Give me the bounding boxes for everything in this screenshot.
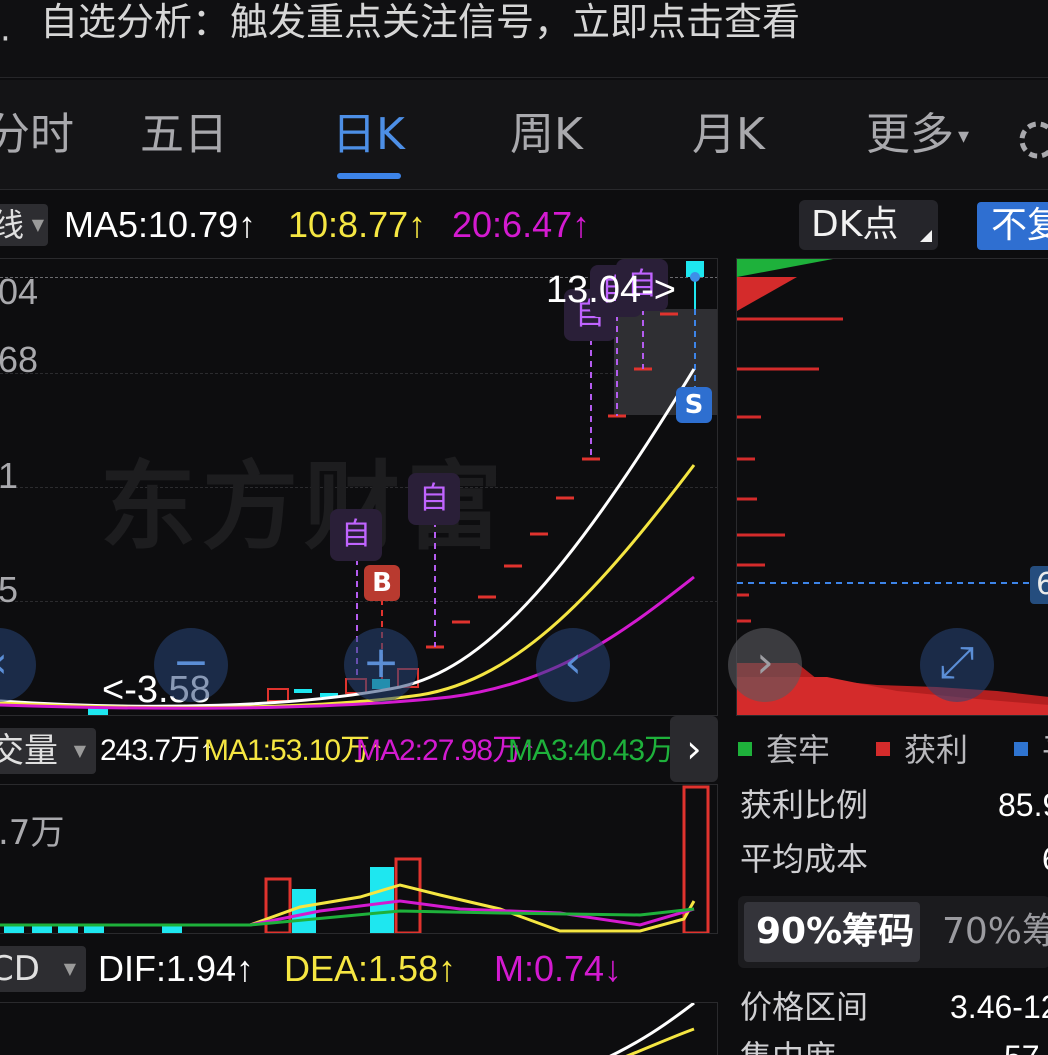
ma5-value: MA5:10.79↑ [64,204,257,245]
avg-cost-row: 平均成本 6 [740,836,1048,882]
banner-text[interactable]: 自选分析：触发重点关注信号，立即点击查看 [40,0,800,44]
candle-up [267,688,289,702]
chip-range-tabs: 90%筹码 70%筹 [738,896,1048,968]
tab-daily-k[interactable]: 日K [332,110,405,170]
adjustment-button[interactable]: 不复 [977,202,1048,250]
dk-point-button[interactable]: DK点 [799,200,938,250]
tab-more[interactable]: 更多 ▾ [866,110,969,170]
legend-swatch [876,742,890,756]
price-range-row: 价格区间 3.46-12 [740,984,1048,1030]
concentration-label: 集中度 [740,1038,836,1055]
macd-m: M:0.74↓ [494,948,623,989]
legend-item-profit: 获利 [876,728,968,772]
volume-svg [0,785,710,933]
tab-five-day[interactable]: 五日 [140,110,228,170]
avg-cost-label: 平均成本 [740,840,869,878]
tab-weekly-k[interactable]: 周K [510,110,583,170]
pan-left-icon[interactable]: ‹ [536,628,610,702]
max-price-label: 13.04-> [546,269,676,311]
legend-item-trapped: 套牢 [738,728,830,772]
tab-chip-70[interactable]: 70%筹 [942,896,1048,968]
tab-more-label: 更多 [866,109,954,160]
price-range-label: 价格区间 [740,988,869,1026]
chip-legend: 套牢 获利 平 [738,728,1048,772]
main-indicator-selector[interactable]: 线 ▼ [0,204,48,246]
macd-svg [609,1003,695,1055]
dk-point-label: DK点 [811,204,899,245]
ma20-value: 20:6.47↑ [452,204,591,245]
signal-banner[interactable]: · 自选分析：触发重点关注信号，立即点击查看 [0,0,1048,78]
signal-marker[interactable]: 自 [408,473,460,525]
settings-icon[interactable] [1012,118,1048,164]
profit-ratio-row: 获利比例 85.9 [740,782,1048,828]
corner-triangle-icon [920,230,932,242]
zoom-out-icon[interactable]: − [154,628,228,702]
active-tab-indicator [337,173,401,179]
banner-bullet-icon: · [0,19,11,59]
legend-label: 套牢 [766,731,831,769]
legend-swatch [1014,742,1028,756]
tab-monthly-k[interactable]: 月K [692,110,765,170]
profit-ratio-value: 85.9 [998,787,1048,823]
volume-indicator-label: 交量 [0,731,58,771]
volume-chart[interactable]: .7万 [0,784,718,934]
volume-ma3: MA3:40.43万↑ [508,734,688,767]
buy-marker[interactable]: B [364,565,400,601]
legend-swatch [738,742,752,756]
legend-label: 平 [1042,731,1048,769]
tab-intraday[interactable]: 分时 [0,110,74,170]
caret-down-icon: ▼ [63,959,76,978]
avg-cost-value: 6 [1042,836,1048,882]
tab-chip-90[interactable]: 90%筹码 [744,902,920,962]
signal-marker[interactable]: 自 [330,509,382,561]
chevron-right-icon[interactable]: › [670,716,718,782]
macd-indicator-label: CD [0,949,40,989]
ma10-value: 10:8.77↑ [288,204,427,245]
macd-dif: DIF:1.94↑ [98,948,255,989]
period-tabs: 分时 五日 日K 周K 月K 更多 ▾ [0,80,1048,190]
candle-down [294,689,312,693]
legend-label: 获利 [904,731,969,769]
caret-down-icon: ▼ [73,741,86,760]
macd-indicator-bar: CD ▼ DIF:1.94↑ DEA:1.58↑ M:0.74↓ [0,944,718,996]
current-price-tag: 6 [1030,566,1048,604]
concentration-row: 集中度 57 [740,1034,1048,1055]
caret-down-icon: ▾ [958,124,970,149]
pan-right-icon[interactable]: › [728,628,802,702]
legend-item-even: 平 [1014,728,1048,772]
macd-indicator-selector[interactable]: CD ▼ [0,946,86,992]
fullscreen-icon[interactable]: ⤢ [920,628,994,702]
zoom-in-icon[interactable]: + [344,628,418,702]
volume-indicator-bar: 交量 ▼ 243.7万↑ MA1:53.10万↑ MA2:27.98万↑ MA3… [0,726,718,778]
sell-marker[interactable]: S [676,387,712,423]
max-point-dot [690,272,700,282]
caret-down-icon: ▼ [31,215,44,234]
concentration-value: 57 [1004,1034,1040,1055]
volume-value: 243.7万↑ [100,734,214,767]
main-indicator-label: 线 [0,206,25,244]
profit-ratio-label: 获利比例 [740,786,869,824]
volume-indicator-selector[interactable]: 交量 ▼ [0,728,96,774]
price-range-value: 3.46-12 [950,989,1048,1025]
macd-dea: DEA:1.58↑ [284,948,457,989]
macd-chart[interactable] [0,1002,718,1055]
